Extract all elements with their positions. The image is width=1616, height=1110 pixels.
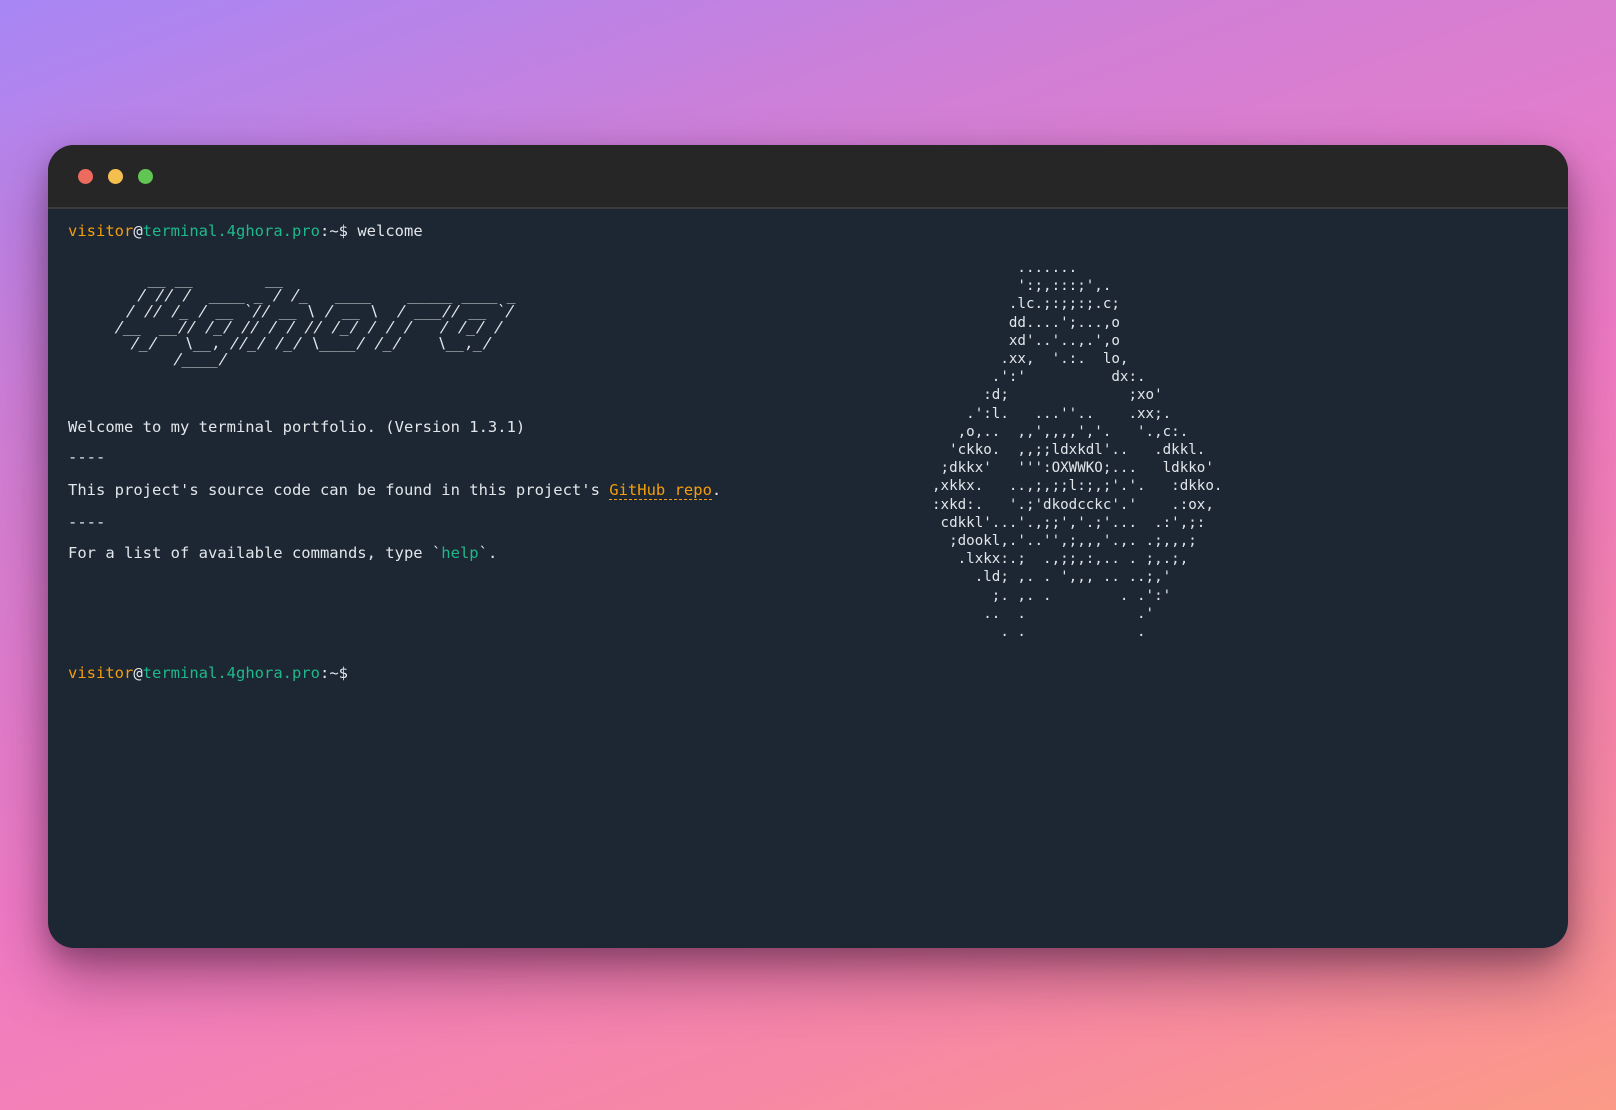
terminal-window: visitor@terminal.4ghora.pro:~$ welcome _… <box>48 145 1568 948</box>
separator: ---- <box>68 448 106 466</box>
entered-command: welcome <box>357 222 423 240</box>
close-window-button[interactable] <box>78 169 93 184</box>
active-prompt-line[interactable]: visitor@terminal.4ghora.pro:~$ <box>68 663 348 683</box>
terminal-output[interactable]: visitor@terminal.4ghora.pro:~$ welcome _… <box>68 209 1548 948</box>
help-command: help <box>441 544 479 562</box>
maximize-window-button[interactable] <box>138 169 153 184</box>
github-repo-link[interactable]: GitHub repo <box>609 481 712 500</box>
welcome-message: Welcome to my terminal portfolio. (Versi… <box>68 418 526 436</box>
ascii-logo: __ __ __ / // / ____ _ / /_ ____ _____ _… <box>109 270 518 368</box>
source-suffix: . <box>711 481 722 499</box>
separator: ---- <box>68 513 106 531</box>
prompt-user: visitor <box>68 222 134 240</box>
source-code-line: This project's source code can be found … <box>68 480 721 500</box>
prompt-at: @ <box>133 222 143 240</box>
prompt-path: :~$ <box>319 664 348 682</box>
prompt-path: :~$ <box>319 222 348 240</box>
minimize-window-button[interactable] <box>108 169 123 184</box>
prompt-host: terminal.4ghora.pro <box>142 664 320 682</box>
help-prefix: For a list of available commands, type ` <box>68 544 442 562</box>
help-suffix: `. <box>478 544 498 562</box>
source-prefix: This project's source code can be found … <box>68 481 610 499</box>
prompt-at: @ <box>133 664 143 682</box>
command-history-line: visitor@terminal.4ghora.pro:~$ welcome <box>68 221 423 241</box>
help-hint-line: For a list of available commands, type `… <box>68 543 497 563</box>
ascii-art-image: ....... ':;,:::;',. .lc.;:;;:;.c; dd....… <box>932 260 1223 641</box>
prompt-user: visitor <box>68 664 134 682</box>
title-bar <box>48 145 1568 209</box>
prompt-host: terminal.4ghora.pro <box>142 222 320 240</box>
